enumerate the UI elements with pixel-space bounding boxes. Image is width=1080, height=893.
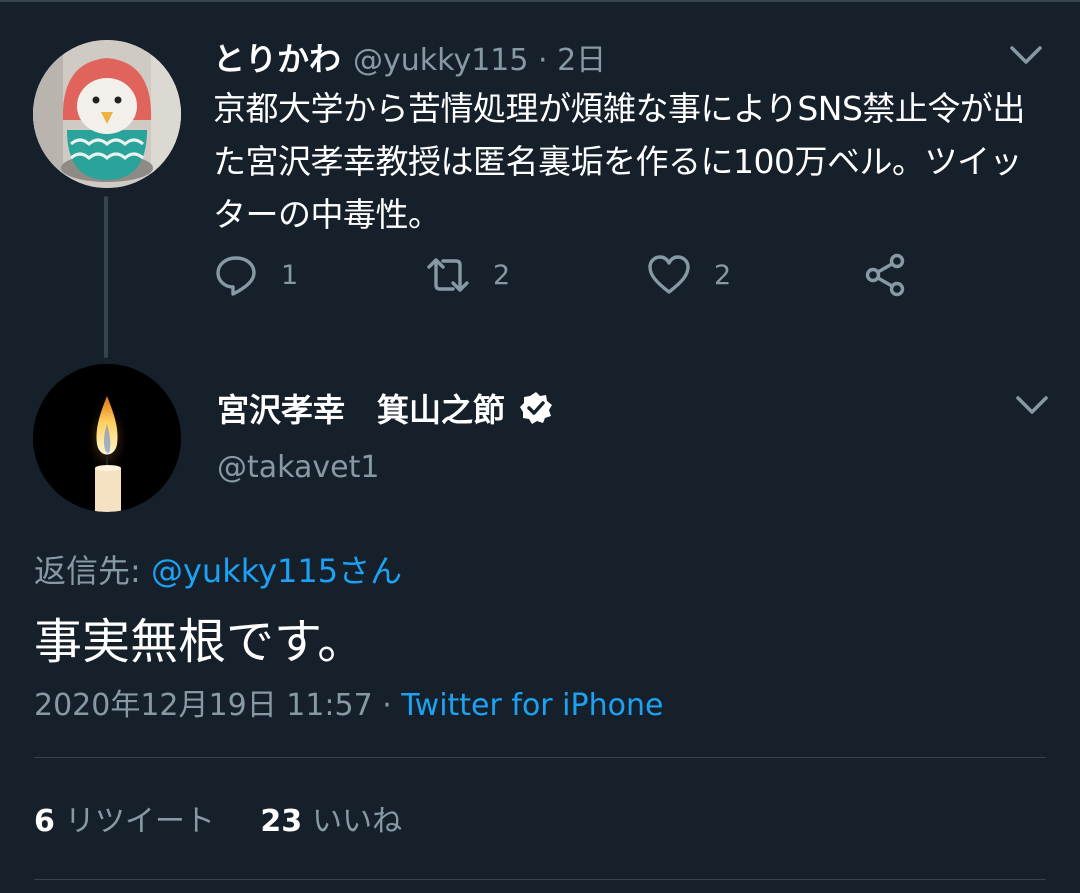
- top-divider: [0, 0, 1080, 2]
- retweets-label: リツイート: [64, 804, 215, 839]
- tweet-stats: 6 リツイート 23 いいね: [34, 796, 402, 840]
- share-icon: [865, 253, 905, 297]
- reply-author-name-row: 宮沢孝幸 箕山之節: [217, 383, 553, 433]
- retweet-count: 2: [493, 259, 511, 291]
- share-action[interactable]: [863, 250, 909, 300]
- likes-label: いいね: [312, 804, 403, 839]
- reply-author-name[interactable]: 宮沢孝幸 箕山之節: [217, 385, 505, 431]
- retweet-icon: [427, 258, 469, 292]
- parent-author-name[interactable]: とりかわ: [213, 34, 341, 80]
- heart-icon: [648, 255, 690, 294]
- parent-tweet-header: とりかわ @yukky115 · 2日: [213, 32, 606, 82]
- like-action[interactable]: 2: [646, 250, 731, 300]
- tweet-source-link[interactable]: Twitter for iPhone: [401, 688, 663, 723]
- retweets-count: 6: [34, 804, 55, 839]
- chevron-down-icon[interactable]: [1004, 38, 1048, 72]
- like-count: 2: [714, 259, 732, 291]
- stats-bottom-divider: [34, 879, 1046, 880]
- reply-to-line: 返信先: @yukky115さん: [34, 546, 402, 592]
- reply-icon: [216, 256, 256, 296]
- reply-author-handle[interactable]: @takavet1: [217, 450, 379, 485]
- parent-handle-and-time[interactable]: @yukky115 · 2日: [353, 35, 606, 79]
- parent-tweet-text: 京都大学から苦情処理が煩雑な事によりSNS禁止令が出た宮沢孝幸教授は匿名裏垢を作…: [213, 89, 1025, 234]
- likes-stat[interactable]: 23 いいね: [260, 804, 402, 839]
- reply-tweet-text: 事実無根です。: [34, 614, 366, 670]
- retweet-action[interactable]: 2: [425, 250, 510, 300]
- reply-author-avatar[interactable]: [33, 364, 181, 512]
- tweet-meta: 2020年12月19日 11:57 · Twitter for iPhone: [34, 680, 663, 724]
- tweet-timestamp: 2020年12月19日 11:57 ·: [34, 688, 402, 723]
- chevron-down-icon[interactable]: [1010, 388, 1054, 422]
- retweets-stat[interactable]: 6 リツイート: [34, 804, 215, 839]
- reply-to-label: 返信先:: [34, 552, 151, 590]
- parent-author-avatar[interactable]: [33, 40, 181, 188]
- verified-badge-icon: [520, 392, 553, 424]
- reply-count: 1: [281, 259, 299, 291]
- stats-top-divider: [34, 757, 1046, 758]
- likes-count: 23: [260, 804, 303, 839]
- reply-action[interactable]: 1: [213, 250, 298, 300]
- thread-connector-line: [104, 196, 108, 358]
- reply-to-handle-link[interactable]: @yukky115さん: [151, 552, 402, 590]
